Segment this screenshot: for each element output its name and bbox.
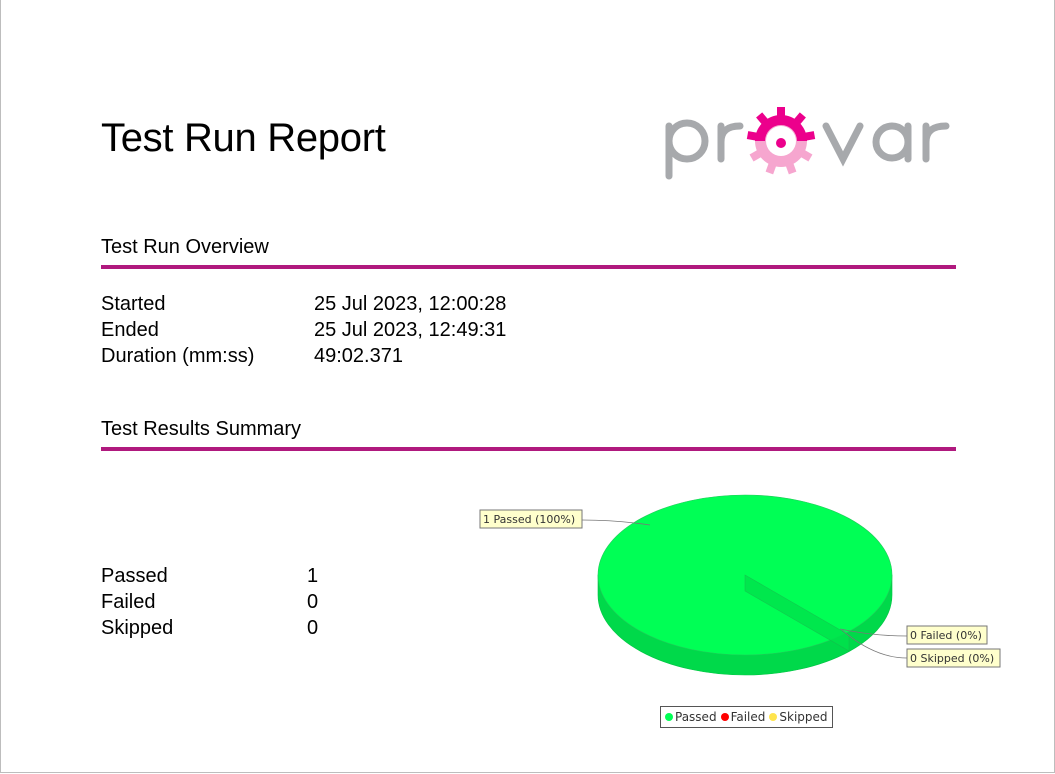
legend-skipped-label: Skipped [779,710,828,724]
summary-row-skipped: Skipped 0 [101,615,318,641]
summary-row-passed: Passed 1 [101,563,318,589]
duration-label: Duration (mm:ss) [101,345,255,367]
started-label: Started [101,293,166,315]
overview-row-duration: Duration (mm:ss) 49:02.371 [101,343,506,369]
legend-failed-label: Failed [730,710,766,724]
skipped-swatch [769,713,778,721]
legend-item-passed: Passed [665,710,717,724]
legend-passed-label: Passed [675,710,717,724]
summary-row-failed: Failed 0 [101,589,318,615]
provar-logo: provar [660,104,950,180]
failed-swatch [720,713,729,721]
passed-count: 1 [307,565,319,587]
report-title: Test Run Report [101,116,386,160]
ended-value: 25 Jul 2023, 12:49:31 [314,319,507,341]
summary-table: Passed 1 Failed 0 Skipped 0 [101,563,318,641]
overview-heading: Test Run Overview [101,236,956,269]
failed-label: Failed [101,591,156,613]
svg-text:provar: provar [660,104,664,105]
results-pie-chart: 1 Passed (100%) 0 Failed (0%) 0 Skipped (0… [479,494,1001,676]
legend-item-failed: Failed [720,710,766,724]
ended-label: Ended [101,319,159,341]
label-passed: 1 Passed (100%) [483,513,575,526]
failed-count: 0 [307,591,319,613]
skipped-label: Skipped [101,617,174,639]
duration-value: 49:02.371 [314,345,403,367]
summary-heading: Test Results Summary [101,418,956,451]
legend-item-skipped: Skipped [769,710,828,724]
skipped-count: 0 [307,617,319,639]
overview-table: Started 25 Jul 2023, 12:00:28 Ended 25 J… [101,291,506,369]
label-skipped: 0 Skipped (0%) [910,652,994,665]
passed-swatch [665,713,673,721]
overview-row-started: Started 25 Jul 2023, 12:00:28 [101,291,506,317]
started-value: 25 Jul 2023, 12:00:28 [314,293,507,315]
label-failed: 0 Failed (0%) [910,629,982,642]
chart-legend: Passed Failed Skipped [660,706,833,728]
overview-row-ended: Ended 25 Jul 2023, 12:49:31 [101,317,506,343]
passed-label: Passed [101,565,168,587]
